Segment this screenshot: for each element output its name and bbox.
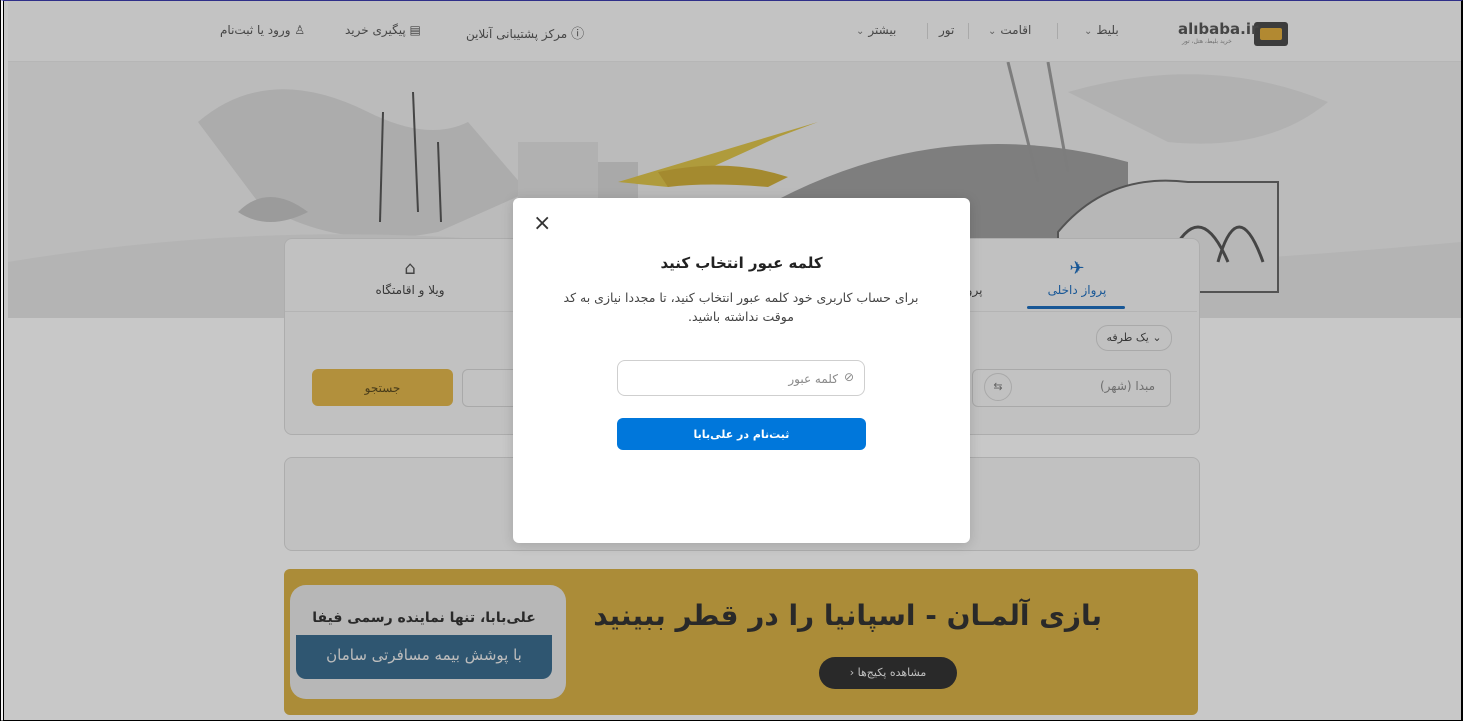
modal-description: برای حساب کاربری خود کلمه عبور انتخاب کن… [563, 290, 919, 324]
eye-off-icon[interactable]: ⊘ [844, 370, 854, 384]
password-modal: × کلمه عبور انتخاب کنید برای حساب کاربری… [513, 198, 970, 543]
register-button[interactable]: ثبت‌نام در علی‌بابا [617, 418, 866, 450]
password-field[interactable]: ⊘ [617, 360, 865, 397]
close-icon[interactable]: × [533, 212, 551, 236]
password-input[interactable] [626, 361, 840, 397]
modal-title: کلمه عبور انتخاب کنید [660, 254, 823, 272]
